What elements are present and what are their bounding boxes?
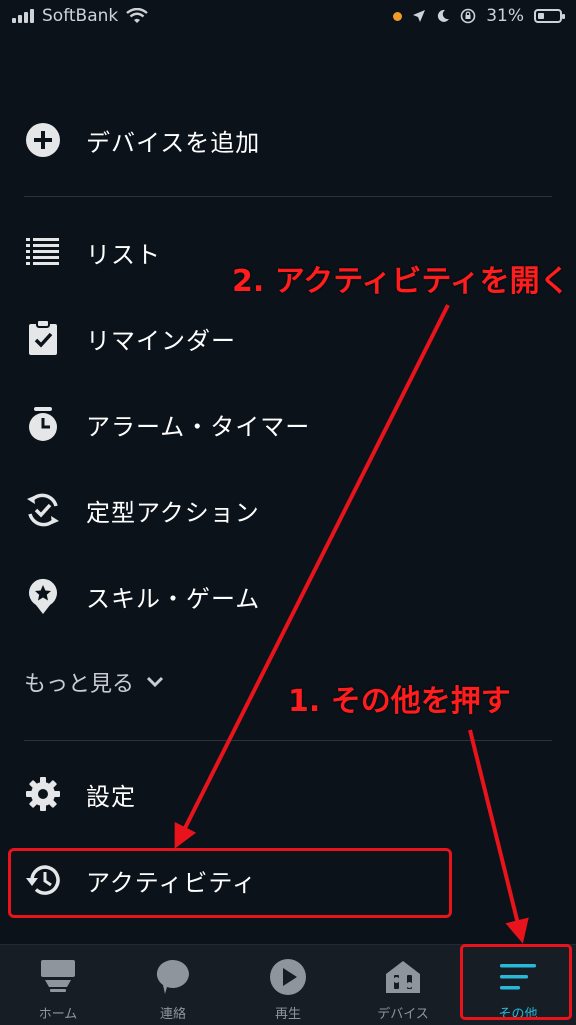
see-more-label: もっと見る (24, 672, 135, 697)
tab-home[interactable]: ホーム (10, 945, 106, 1025)
clipboard-check-icon (24, 319, 62, 357)
more-tab-highlight-box (460, 944, 572, 1020)
tab-devices[interactable]: デバイス (355, 945, 451, 1025)
carrier-name: SoftBank (42, 6, 119, 26)
status-left: SoftBank (12, 6, 148, 26)
signal-icon (12, 9, 34, 23)
tab-label-play: 再生 (274, 1007, 301, 1022)
divider (24, 196, 552, 197)
status-right: 31% (393, 6, 565, 26)
battery-icon (534, 9, 565, 23)
alarm-clock-icon (24, 405, 62, 443)
menu-item-skills-games[interactable]: スキル・ゲーム (0, 568, 576, 624)
plus-circle-icon (24, 121, 62, 159)
menu-item-alarm-timer[interactable]: アラーム・タイマー (0, 396, 576, 452)
menu-item-routine[interactable]: 定型アクション (0, 482, 576, 538)
see-more-toggle[interactable]: もっと見る (24, 660, 164, 704)
privacy-indicator-icon (393, 11, 403, 21)
menu-label-list: リスト (86, 240, 161, 269)
tab-play[interactable]: 再生 (240, 945, 336, 1025)
chat-bubble-icon (153, 957, 193, 997)
tab-label-contact: 連絡 (159, 1007, 186, 1022)
menu-label-skills-games: スキル・ゲーム (86, 584, 261, 613)
gear-icon (24, 775, 62, 813)
battery-percent: 31% (486, 6, 524, 26)
menu-label-alarm-timer: アラーム・タイマー (86, 412, 311, 441)
tab-contact[interactable]: 連絡 (125, 945, 221, 1025)
chevron-down-icon (146, 676, 164, 688)
skill-badge-icon (24, 577, 62, 615)
menu-item-reminder[interactable]: リマインダー (0, 310, 576, 366)
menu-label-routine: 定型アクション (86, 498, 260, 527)
devices-home-icon (383, 957, 423, 997)
menu-label-add-device: デバイスを追加 (86, 128, 261, 157)
status-bar: SoftBank 31% (0, 0, 576, 34)
tab-label-devices: デバイス (377, 1007, 429, 1022)
menu-item-settings[interactable]: 設定 (0, 766, 576, 822)
divider (24, 740, 552, 741)
rotation-lock-icon (460, 8, 476, 24)
home-tab-icon (38, 957, 78, 997)
menu-item-add-device[interactable]: デバイスを追加 (0, 112, 576, 168)
list-icon (24, 233, 62, 271)
activity-highlight-box (8, 848, 452, 918)
annotation-step-2: 2. アクティビティを開く (232, 264, 570, 299)
wifi-icon (126, 8, 148, 23)
play-circle-icon (268, 957, 308, 997)
annotation-step-1: 1. その他を押す (288, 684, 511, 719)
moon-icon (438, 9, 450, 22)
tab-label-home: ホーム (38, 1007, 78, 1022)
menu-label-settings: 設定 (86, 782, 136, 811)
location-arrow-icon (413, 10, 426, 22)
routine-check-icon (24, 491, 62, 529)
menu-label-reminder: リマインダー (86, 326, 236, 355)
